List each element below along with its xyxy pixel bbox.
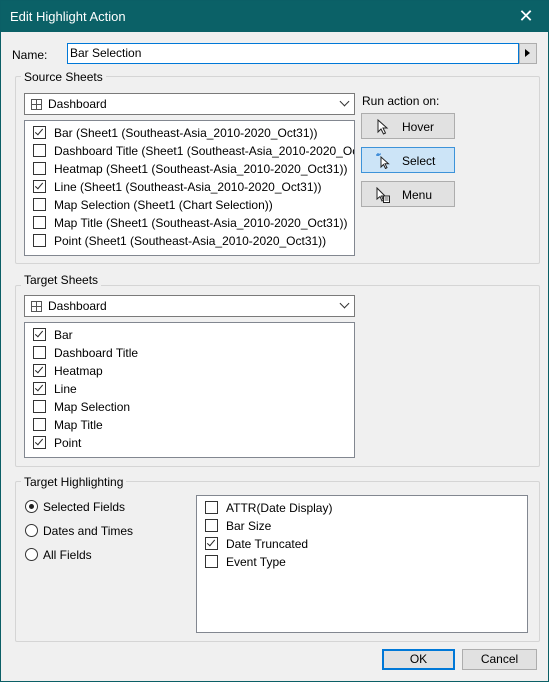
name-menu-button[interactable] [519,43,537,64]
list-item-label: Line [54,382,77,396]
checkbox[interactable] [205,519,218,532]
list-item-label: Date Truncated [226,537,309,551]
checkbox[interactable] [33,346,46,359]
list-item-label: Point [54,436,82,450]
window-title: Edit Highlight Action [10,9,126,24]
checkbox[interactable] [33,126,46,139]
list-item-label: Dashboard Title [54,346,139,360]
dates-and-times-radio[interactable] [25,524,38,537]
checkbox[interactable] [33,418,46,431]
ok-button[interactable]: OK [382,649,455,670]
checkbox[interactable] [205,555,218,568]
run-action-label: Run action on: [362,94,440,108]
list-item-label: Map Selection (Sheet1 (Chart Selection)) [54,198,273,212]
dashboard-grid-icon [31,99,42,110]
run-on-hover-button[interactable]: Hover [361,113,455,139]
selected-fields-label[interactable]: Selected Fields [43,500,125,514]
source-sheets-list: Bar (Sheet1 (Southeast-Asia_2010-2020_Oc… [24,120,355,256]
source-sheets-dropdown-value: Dashboard [48,97,107,111]
edit-highlight-action-dialog: Edit Highlight Action ✕ Name: Source She… [0,0,549,682]
run-on-select-label: Select [402,154,436,168]
target-highlighting-legend: Target Highlighting [21,475,127,489]
checkbox[interactable] [33,144,46,157]
checkbox[interactable] [33,180,46,193]
checkbox[interactable] [33,234,46,247]
dashboard-grid-icon [31,301,42,312]
list-item-label: Dashboard Title (Sheet1 (Southeast-Asia_… [54,144,355,158]
list-item-label: Bar Size [226,519,272,533]
run-on-menu-button[interactable]: Menu [361,181,455,207]
checkbox[interactable] [33,436,46,449]
all-fields-label[interactable]: All Fields [43,548,92,562]
highlight-fields-list: ATTR(Date Display) Bar Size Date Truncat… [196,495,528,633]
title-bar[interactable]: Edit Highlight Action ✕ [1,1,548,32]
list-item-label: Bar (Sheet1 (Southeast-Asia_2010-2020_Oc… [54,126,318,140]
list-item-label: Map Title (Sheet1 (Southeast-Asia_2010-2… [54,216,348,230]
checkbox[interactable] [33,328,46,341]
list-item-label: Event Type [226,555,286,569]
target-sheets-dropdown[interactable]: Dashboard [24,295,355,317]
run-on-menu-label: Menu [402,188,433,202]
source-sheets-dropdown[interactable]: Dashboard [24,93,355,115]
name-label: Name: [12,48,48,62]
run-on-select-button[interactable]: Select [361,147,455,173]
all-fields-radio[interactable] [25,548,38,561]
checkbox[interactable] [205,501,218,514]
list-item-label: Map Selection [54,400,131,414]
checkbox[interactable] [33,400,46,413]
checkbox[interactable] [33,382,46,395]
select-cursor-icon [376,153,390,169]
target-sheets-list: Bar Dashboard Title Heatmap Line Map Sel… [24,322,355,458]
chevron-down-icon [339,298,350,309]
list-item-label: Bar [54,328,73,342]
selected-fields-radio[interactable] [25,500,38,513]
list-item-label: Point (Sheet1 (Southeast-Asia_2010-2020_… [54,234,327,248]
list-item-label: Map Title [54,418,103,432]
checkbox[interactable] [33,162,46,175]
cancel-button[interactable]: Cancel [462,649,537,670]
source-sheets-legend: Source Sheets [21,70,106,84]
play-arrow-icon [525,49,530,57]
close-icon[interactable]: ✕ [504,1,548,32]
list-item-label: Line (Sheet1 (Southeast-Asia_2010-2020_O… [54,180,322,194]
cursor-icon [377,119,389,135]
list-item-label: Heatmap (Sheet1 (Southeast-Asia_2010-202… [54,162,348,176]
checkbox[interactable] [205,537,218,550]
list-item-label: ATTR(Date Display) [226,501,333,515]
target-sheets-dropdown-value: Dashboard [48,299,107,313]
chevron-down-icon [339,96,350,107]
checkbox[interactable] [33,198,46,211]
dates-and-times-label[interactable]: Dates and Times [43,524,133,538]
target-sheets-legend: Target Sheets [21,273,102,287]
menu-cursor-icon [376,187,390,203]
run-on-hover-label: Hover [402,120,435,134]
name-input[interactable] [67,43,519,64]
list-item-label: Heatmap [54,364,103,378]
checkbox[interactable] [33,364,46,377]
checkbox[interactable] [33,216,46,229]
